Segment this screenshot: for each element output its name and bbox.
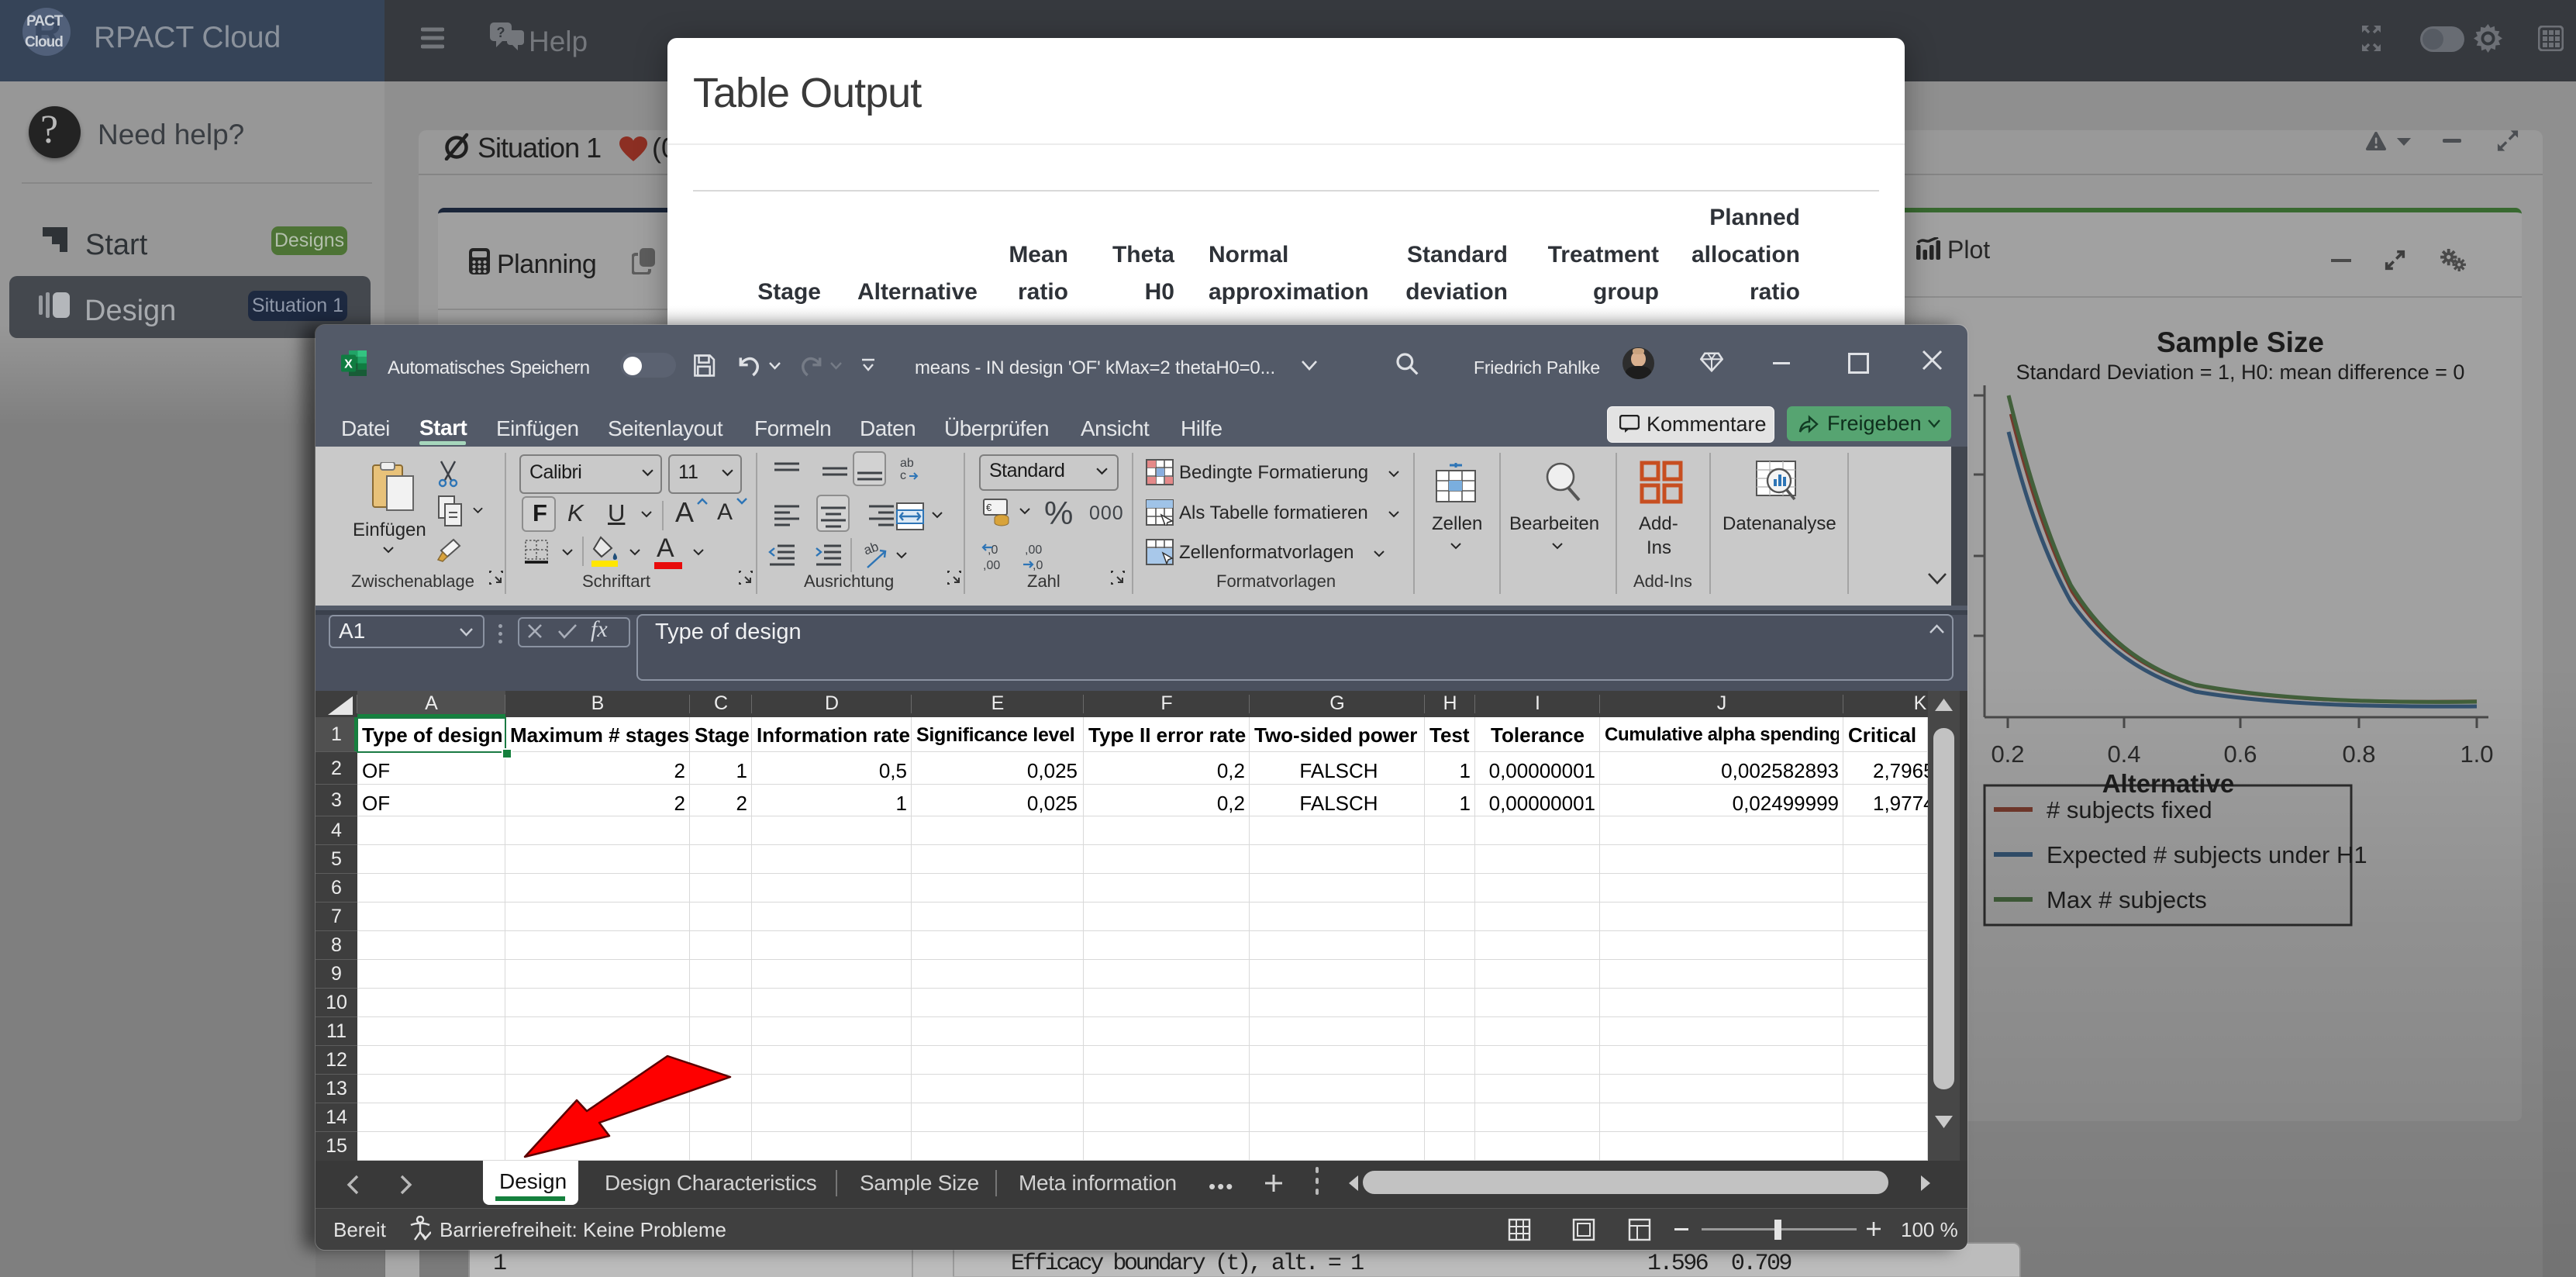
svg-text:1.0: 1.0	[2460, 740, 2493, 768]
svg-text:0.8: 0.8	[2342, 740, 2375, 768]
svg-text:0.2: 0.2	[1991, 740, 2024, 768]
svg-text:X: X	[344, 358, 353, 371]
svg-text:Expected # subjects under H1: Expected # subjects under H1	[2047, 841, 2367, 868]
svg-text:,0: ,0	[988, 544, 998, 557]
svg-text:Sample Size: Sample Size	[2157, 326, 2324, 358]
svg-text:,0: ,0	[1033, 559, 1043, 572]
svg-text:# subjects fixed: # subjects fixed	[2047, 796, 2212, 823]
svg-text:0.6: 0.6	[2223, 740, 2257, 768]
svg-text:Standard Deviation = 1, H0: me: Standard Deviation = 1, H0: mean differe…	[2016, 361, 2465, 384]
svg-text:Alternative: Alternative	[2102, 769, 2235, 798]
svg-text:0.4: 0.4	[2107, 740, 2140, 768]
svg-text:c: c	[900, 469, 906, 482]
svg-text:,00: ,00	[983, 559, 1000, 572]
svg-text:ab: ab	[900, 457, 914, 470]
svg-text:ab: ab	[864, 540, 881, 558]
svg-text:Max # subjects: Max # subjects	[2047, 886, 2207, 913]
svg-text:,00: ,00	[1025, 544, 1042, 557]
svg-text:€: €	[986, 502, 992, 513]
svg-text:?: ?	[497, 25, 505, 40]
